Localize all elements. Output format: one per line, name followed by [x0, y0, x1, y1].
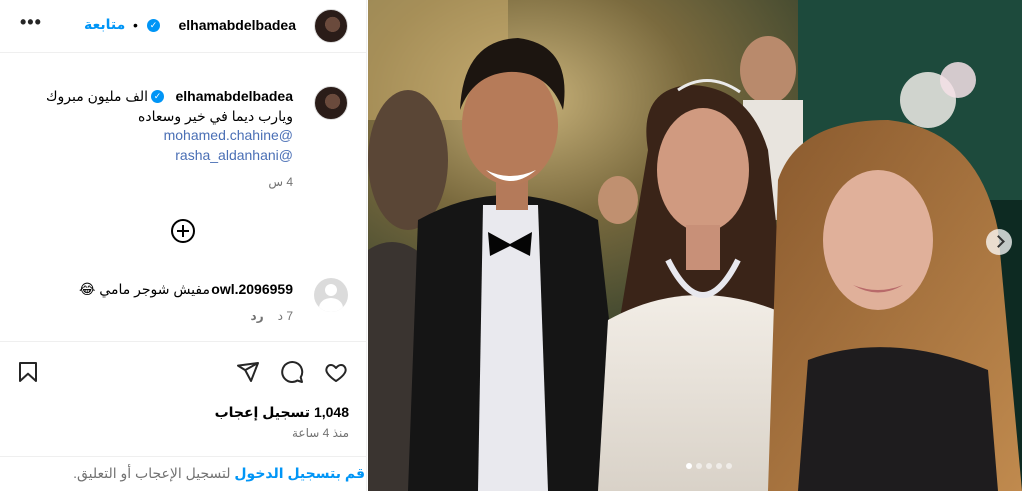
- carousel-dot: [686, 463, 692, 469]
- login-prompt-text: قم بتسجيل الدخول لتسجيل الإعجاب أو التعل…: [73, 465, 365, 482]
- comment-text: مفيش شوجر مامي 😂: [79, 281, 210, 297]
- caption-text-line: ويارب ديما في خير وسعاده: [138, 108, 293, 124]
- reply-button[interactable]: رد: [251, 309, 264, 323]
- caption-timestamp: 4 س: [268, 175, 293, 189]
- verified-badge-icon: ✓: [151, 90, 164, 103]
- caption-mention-link[interactable]: @mohamed.chahine: [164, 127, 293, 143]
- like-count[interactable]: 1,048 تسجيل إعجاب: [215, 404, 349, 421]
- default-avatar-body: [319, 298, 343, 312]
- speech-bubble-icon[interactable]: [280, 360, 304, 384]
- separator-dot: •: [133, 17, 138, 33]
- author-avatar[interactable]: [314, 9, 348, 43]
- chevron-right-icon[interactable]: [986, 229, 1012, 255]
- caption-avatar[interactable]: [314, 86, 348, 120]
- carousel-dot: [696, 463, 702, 469]
- default-avatar-head: [325, 284, 337, 296]
- post-header: elhamabdelbadea ✓ • متابعة •••: [0, 0, 367, 53]
- heart-icon[interactable]: [324, 360, 348, 384]
- caption-mention-link[interactable]: @rasha_aldanhani: [175, 147, 293, 163]
- follow-button[interactable]: متابعة: [84, 16, 125, 33]
- action-bar: 1,048 تسجيل إعجاب منذ 4 ساعة قم بتسجيل ا…: [0, 341, 367, 491]
- commenter-avatar[interactable]: [314, 278, 348, 312]
- more-options-icon[interactable]: •••: [20, 12, 42, 33]
- post-photo[interactable]: [368, 0, 1022, 491]
- carousel-dot: [716, 463, 722, 469]
- comment-username[interactable]: owl.2096959: [211, 281, 293, 297]
- wedding-photo-illustration: [368, 0, 1022, 491]
- bookmark-icon[interactable]: [16, 360, 40, 384]
- login-prompt-rest: لتسجيل الإعجاب أو التعليق.: [73, 465, 235, 481]
- caption-text-line: الف مليون مبروك: [45, 88, 148, 104]
- post-timestamp: منذ 4 ساعة: [291, 426, 349, 440]
- carousel-dot: [726, 463, 732, 469]
- login-link[interactable]: قم بتسجيل الدخول: [234, 465, 365, 481]
- comment-meta: 7 د رد: [237, 309, 293, 323]
- plus-circle-icon[interactable]: [171, 219, 195, 243]
- author-username[interactable]: elhamabdelbadea: [179, 17, 297, 33]
- post-sidebar: elhamabdelbadea ✓ • متابعة ••• elhamabde…: [0, 0, 367, 491]
- comment-timestamp: 7 د: [277, 309, 293, 323]
- verified-badge-icon: ✓: [147, 19, 160, 32]
- caption-username[interactable]: elhamabdelbadea: [176, 88, 294, 104]
- carousel-dot: [706, 463, 712, 469]
- login-prompt: قم بتسجيل الدخول لتسجيل الإعجاب أو التعل…: [0, 456, 367, 491]
- paper-plane-icon[interactable]: [236, 360, 260, 384]
